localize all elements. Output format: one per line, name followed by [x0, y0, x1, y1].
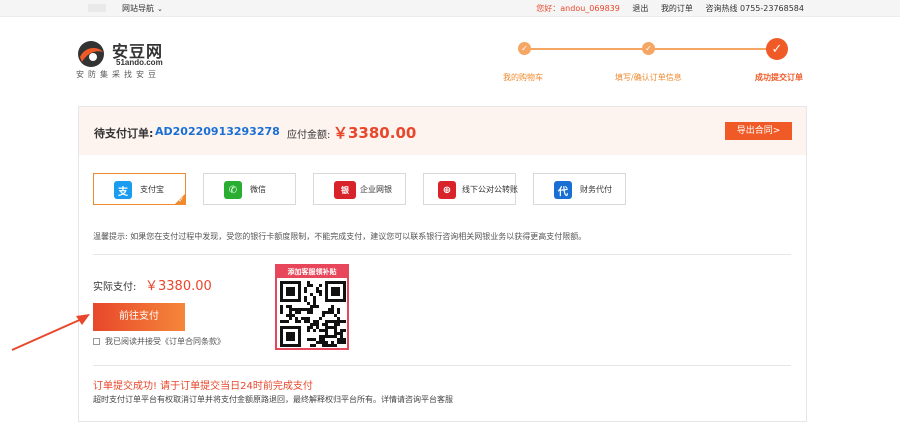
payment-method-label: 微信 [250, 185, 266, 194]
step-3-label: 成功提交订单 [755, 73, 803, 82]
payment-tip: 温馨提示: 如果您在支付过程中发现，受您的银行卡额度限制，不能完成支付，建议您可… [93, 232, 587, 241]
timeout-note: 超时支付订单平台有权取消订单并将支付金额原路退回，最终解释权归平台所有。详情请咨… [93, 395, 453, 404]
transfer-icon: ⊕ [438, 181, 456, 199]
payment-method-wechat[interactable]: ✆ 微信 [203, 173, 296, 205]
divider [93, 254, 791, 255]
order-number: AD20220913293278 [155, 125, 280, 138]
top-bar: 网站导航 ⌄ 您好：andou_069839 退出 我的订单 咨询热线 0755-… [0, 0, 900, 17]
actual-pay-amount: ￥3380.00 [145, 279, 212, 294]
alipay-icon: 支 [114, 181, 132, 199]
payment-method-bank[interactable]: 银 企业网银 [313, 173, 406, 205]
order-summary: 待支付订单: AD20220913293278 应付金额: ￥3380.00 导… [79, 107, 806, 155]
check-icon: ✓ [178, 196, 184, 204]
agreement-label[interactable]: 我已阅读并接受《订单合同条款》 [105, 337, 225, 346]
brand-slogan: 安防集采找安豆 [76, 70, 160, 79]
logo-mark-icon [78, 41, 104, 67]
qr-code-image [280, 281, 346, 347]
payment-method-alipay[interactable]: 支 支付宝 ✓ [93, 173, 186, 205]
export-contract-button[interactable]: 导出合同> [725, 122, 792, 140]
site-nav-menu[interactable]: 网站导航 ⌄ [122, 3, 163, 14]
chevron-down-icon: ⌄ [157, 5, 163, 13]
step-2-check-icon: ✓ [642, 42, 655, 55]
step-3-check-icon: ✓ [766, 38, 788, 60]
payment-method-label: 支付宝 [140, 185, 164, 194]
hotline-text: 咨询热线 0755-23768584 [705, 4, 804, 13]
go-pay-button[interactable]: 前往支付 [93, 303, 185, 331]
qr-title: 添加客服领补贴 [277, 266, 347, 278]
amount-due: ￥3380.00 [333, 124, 417, 142]
payment-method-offline-transfer[interactable]: ⊕ 线下公对公转账 [423, 173, 518, 205]
top-bar-links: 您好：andou_069839 退出 我的订单 咨询热线 0755-237685… [536, 3, 804, 14]
order-label: 待支付订单: [94, 127, 154, 140]
order-progress-steps: ✓ ✓ ✓ 我的购物车 填写/确认订单信息 成功提交订单 [500, 36, 810, 86]
payment-card: 待支付订单: AD20220913293278 应付金额: ￥3380.00 导… [78, 106, 807, 422]
top-bar-placeholder [88, 4, 106, 12]
user-greeting-link[interactable]: 您好：andou_069839 [536, 4, 620, 13]
my-orders-link[interactable]: 我的订单 [661, 4, 693, 13]
step-1-check-icon: ✓ [518, 42, 531, 55]
pointer-arrow-icon [11, 314, 90, 351]
success-message: 订单提交成功! 请于订单提交当日24时前完成支付 [93, 381, 313, 392]
site-logo[interactable]: 安豆网 51ando.com 安防集采找安豆 [76, 38, 186, 82]
payment-method-label: 线下公对公转账 [462, 185, 518, 194]
agreement-row[interactable]: 我已阅读并接受《订单合同条款》 [93, 336, 225, 347]
step-2-label: 填写/确认订单信息 [615, 73, 682, 82]
brand-domain: 51ando.com [116, 58, 163, 67]
payment-method-label: 财务代付 [580, 185, 612, 194]
payment-method-label: 企业网银 [360, 185, 392, 194]
wechat-icon: ✆ [224, 181, 242, 199]
step-1-label: 我的购物车 [503, 73, 543, 82]
amount-label: 应付金额: [287, 130, 331, 141]
payment-method-proxy-pay[interactable]: 代 财务代付 [533, 173, 626, 205]
actual-pay-label: 实际支付: [93, 282, 137, 293]
site-nav-label[interactable]: 网站导航 [122, 4, 154, 13]
unionpay-icon: 银 [334, 181, 356, 199]
proxy-pay-icon: 代 [554, 181, 572, 199]
divider [93, 365, 791, 366]
customer-service-qr: 添加客服领补贴 [275, 264, 349, 350]
logout-link[interactable]: 退出 [632, 4, 648, 13]
